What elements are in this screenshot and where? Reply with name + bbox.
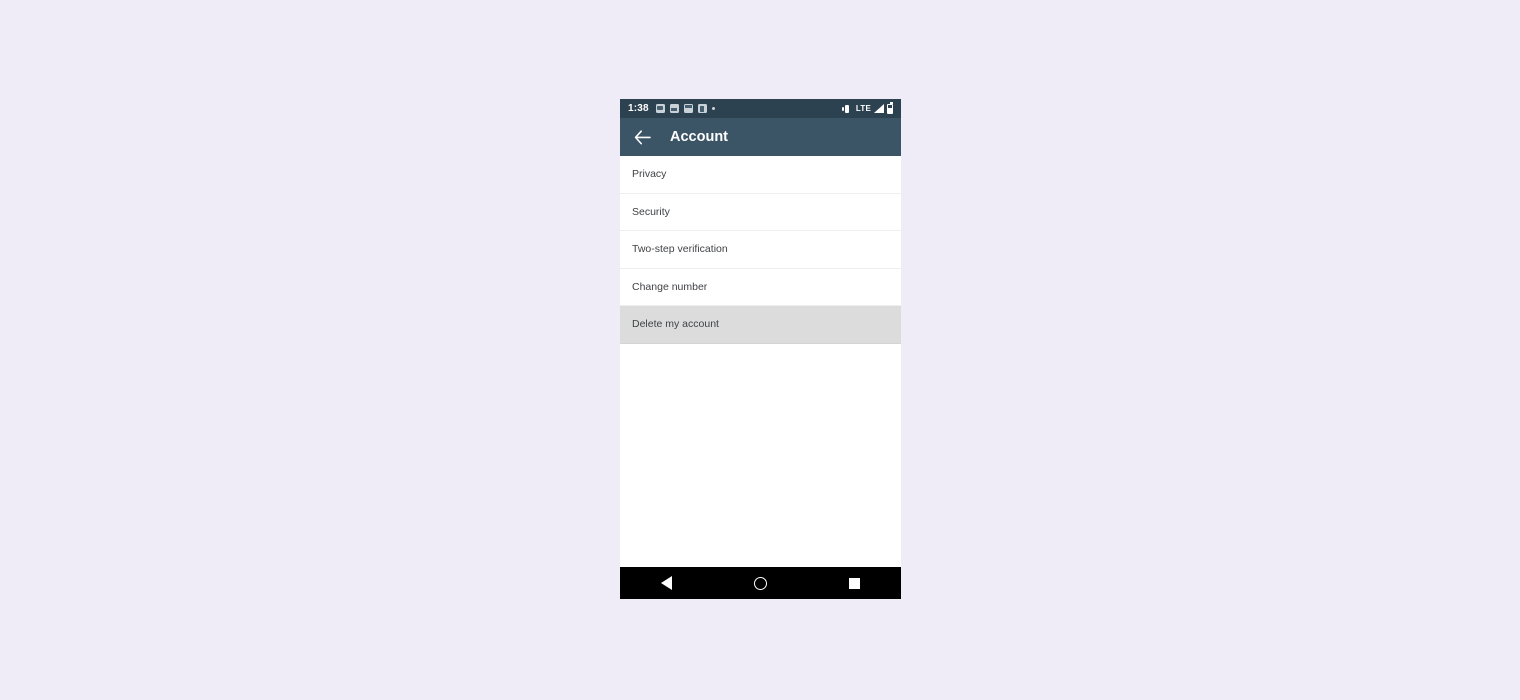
app-bar: Account xyxy=(620,118,901,156)
list-item-change-number[interactable]: Change number xyxy=(620,268,901,306)
window-icon xyxy=(669,104,679,113)
nav-back-button[interactable] xyxy=(645,567,689,599)
list-item-privacy[interactable]: Privacy xyxy=(620,156,901,194)
list-empty-area xyxy=(620,343,901,568)
home-circle-icon xyxy=(753,576,767,590)
nav-recents-button[interactable] xyxy=(832,567,876,599)
recents-square-icon xyxy=(848,577,860,589)
account-settings-list: Privacy Security Two-step verification C… xyxy=(620,156,901,568)
list-item-two-step-verification[interactable]: Two-step verification xyxy=(620,231,901,269)
sim-card-icon xyxy=(697,104,707,113)
status-bar: 1:38 LTE xyxy=(620,99,901,118)
back-arrow-icon[interactable] xyxy=(631,126,653,148)
signal-bars-icon xyxy=(874,104,884,113)
list-item-label: Privacy xyxy=(632,168,667,180)
network-type-label: LTE xyxy=(855,103,871,113)
list-item-label: Two-step verification xyxy=(632,243,728,255)
calendar-icon xyxy=(683,104,693,113)
list-item-label: Change number xyxy=(632,280,708,293)
vibrate-icon xyxy=(841,104,853,113)
list-item-label: Delete my account xyxy=(632,318,719,330)
android-navigation-bar xyxy=(620,567,901,599)
back-triangle-icon xyxy=(661,576,673,590)
screen-canvas: 1:38 LTE Account Privacy Security Two-st… xyxy=(0,0,1520,700)
more-notifications-dot-icon xyxy=(711,107,715,110)
gallery-icon xyxy=(655,104,665,113)
list-item-label: Security xyxy=(632,205,670,218)
list-item-delete-my-account[interactable]: Delete my account xyxy=(620,306,901,344)
status-bar-system-icons: LTE xyxy=(841,102,893,114)
status-bar-notification-icons xyxy=(655,104,715,113)
list-item-security[interactable]: Security xyxy=(620,193,901,231)
status-bar-clock: 1:38 xyxy=(628,102,649,114)
phone-frame: 1:38 LTE Account Privacy Security Two-st… xyxy=(620,99,901,599)
nav-home-button[interactable] xyxy=(738,567,782,599)
page-title: Account xyxy=(670,128,728,145)
battery-icon xyxy=(887,102,893,114)
